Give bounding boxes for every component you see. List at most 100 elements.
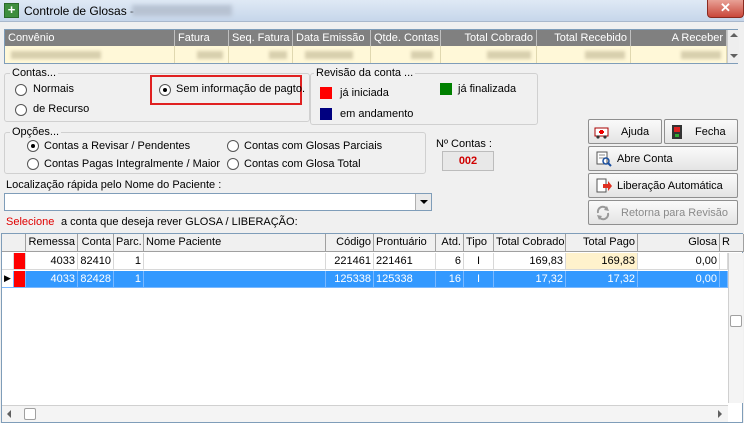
radio-sem-informacao[interactable] bbox=[159, 84, 171, 96]
radio-revisar-pendentes-label[interactable]: Contas a Revisar / Pendentes bbox=[44, 140, 190, 152]
cell-atd[interactable]: 6 bbox=[436, 253, 464, 270]
summary-cell-redacted bbox=[371, 46, 441, 63]
col-header-qtde-contas[interactable]: Qtde. Contas bbox=[371, 30, 441, 46]
col-header-remessa[interactable]: Remessa bbox=[26, 234, 78, 252]
scroll-down-icon[interactable] bbox=[730, 54, 738, 58]
cell-nome-paciente[interactable] bbox=[144, 253, 326, 270]
status-ja-iniciada-label: já iniciada bbox=[340, 87, 389, 99]
grid-horizontal-scrollbar[interactable] bbox=[2, 405, 728, 422]
col-header-convenio[interactable]: Convênio bbox=[5, 30, 175, 46]
col-header-total-cobrado[interactable]: Total Cobrado bbox=[494, 234, 566, 252]
opcoes-group-label: Opções... bbox=[10, 126, 62, 138]
title-bar: + Controle de Glosas - ✕ bbox=[0, 0, 744, 22]
fecha-button-label: Fecha bbox=[695, 126, 726, 138]
radio-glosa-total-label[interactable]: Contas com Glosa Total bbox=[244, 158, 361, 170]
cell-conta[interactable]: 82428 bbox=[78, 271, 114, 288]
radio-glosas-parciais-label[interactable]: Contas com Glosas Parciais bbox=[244, 140, 382, 152]
grid-vertical-scrollbar[interactable] bbox=[728, 253, 743, 403]
summary-cell-redacted bbox=[175, 46, 229, 63]
summary-cell-redacted bbox=[293, 46, 371, 63]
cell-total-cobrado[interactable]: 17,32 bbox=[494, 271, 566, 288]
ajuda-button-label: Ajuda bbox=[621, 126, 650, 138]
cell-parc[interactable]: 1 bbox=[114, 271, 144, 288]
col-header-codigo[interactable]: Código bbox=[326, 234, 374, 252]
title-redacted-region bbox=[132, 5, 232, 16]
radio-de-recurso[interactable] bbox=[15, 104, 27, 116]
summary-cell-redacted bbox=[229, 46, 293, 63]
col-header-atd[interactable]: Atd. bbox=[436, 234, 464, 252]
cell-conta[interactable]: 82410 bbox=[78, 253, 114, 270]
scroll-up-icon[interactable] bbox=[730, 33, 738, 37]
revisao-group-label: Revisão da conta ... bbox=[314, 67, 416, 79]
cell-remessa[interactable]: 4033 bbox=[26, 271, 78, 288]
radio-normais-label[interactable]: Normais bbox=[33, 83, 74, 95]
cell-remessa[interactable]: 4033 bbox=[26, 253, 78, 270]
col-header-data-emissao[interactable]: Data Emissão bbox=[293, 30, 371, 46]
ajuda-button[interactable]: Ajuda bbox=[588, 119, 662, 144]
cell-glosa[interactable]: 0,00 bbox=[638, 253, 720, 270]
ambulance-icon bbox=[594, 127, 609, 139]
col-header-prontuario[interactable]: Prontuário bbox=[374, 234, 436, 252]
release-arrow-icon bbox=[596, 178, 612, 193]
app-plus-icon: + bbox=[4, 3, 19, 18]
cell-glosa[interactable]: 0,00 bbox=[638, 271, 720, 288]
col-header-total-cobrado[interactable]: Total Cobrado bbox=[441, 30, 537, 46]
abre-conta-button-label: Abre Conta bbox=[617, 153, 673, 165]
instruction-highlight: Selecione bbox=[6, 216, 55, 228]
radio-revisar-pendentes[interactable] bbox=[27, 140, 39, 152]
dropdown-button[interactable] bbox=[415, 194, 431, 210]
radio-de-recurso-label[interactable]: de Recurso bbox=[33, 103, 89, 115]
cell-r[interactable] bbox=[720, 271, 728, 288]
invoice-summary-grid[interactable]: Convênio Fatura Seq. Fatura Data Emissão… bbox=[4, 29, 739, 64]
chevron-down-icon[interactable] bbox=[420, 200, 428, 204]
col-header-tipo[interactable]: Tipo bbox=[464, 234, 494, 252]
fecha-button[interactable]: Fecha bbox=[664, 119, 738, 144]
scroll-right-icon[interactable] bbox=[718, 410, 722, 418]
accounts-grid[interactable]: Remessa Conta Parc. Nome Paciente Código… bbox=[1, 233, 744, 423]
horizontal-scroll-thumb[interactable] bbox=[24, 408, 36, 420]
col-header-fatura[interactable]: Fatura bbox=[175, 30, 229, 46]
cell-codigo[interactable]: 221461 bbox=[326, 253, 374, 270]
radio-glosas-parciais[interactable] bbox=[227, 140, 239, 152]
cell-total-cobrado[interactable]: 169,83 bbox=[494, 253, 566, 270]
cell-prontuario[interactable]: 125338 bbox=[374, 271, 436, 288]
liberacao-automatica-button[interactable]: Liberação Automática bbox=[588, 173, 738, 198]
cell-tipo[interactable]: I bbox=[464, 271, 494, 288]
cell-parc[interactable]: 1 bbox=[114, 253, 144, 270]
close-button[interactable]: ✕ bbox=[707, 0, 744, 18]
cell-total-pago[interactable]: 17,32 bbox=[566, 271, 638, 288]
status-ja-finalizada-swatch bbox=[440, 83, 452, 95]
col-header-total-pago[interactable]: Total Pago bbox=[566, 234, 638, 252]
col-header-parc[interactable]: Parc. bbox=[114, 234, 144, 252]
radio-normais[interactable] bbox=[15, 84, 27, 96]
cell-tipo[interactable]: I bbox=[464, 253, 494, 270]
radio-sem-informacao-label[interactable]: Sem informação de pagto. bbox=[176, 83, 305, 95]
scroll-left-icon[interactable] bbox=[7, 410, 11, 418]
cell-r[interactable] bbox=[720, 253, 728, 270]
abre-conta-button[interactable]: Abre Conta bbox=[588, 146, 738, 171]
cell-total-pago[interactable]: 169,83 bbox=[566, 253, 638, 270]
col-header-glosa[interactable]: Glosa bbox=[638, 234, 720, 252]
radio-glosa-total[interactable] bbox=[227, 158, 239, 170]
status-ja-finalizada-label: já finalizada bbox=[458, 83, 517, 95]
retorna-revisao-button-label: Retorna para Revisão bbox=[621, 207, 729, 219]
exit-door-icon bbox=[672, 125, 682, 139]
vertical-scroll-thumb[interactable] bbox=[730, 315, 742, 327]
cell-atd[interactable]: 16 bbox=[436, 271, 464, 288]
col-header-total-recebido[interactable]: Total Recebido bbox=[537, 30, 631, 46]
retorna-revisao-button[interactable]: Retorna para Revisão bbox=[588, 200, 738, 225]
cell-prontuario[interactable]: 221461 bbox=[374, 253, 436, 270]
status-ja-iniciada-swatch bbox=[320, 87, 332, 99]
col-header-a-receber[interactable]: A Receber bbox=[631, 30, 727, 46]
cell-nome-paciente[interactable] bbox=[144, 271, 326, 288]
patient-search-combo[interactable] bbox=[4, 193, 432, 211]
search-label: Localização rápida pelo Nome do Paciente… bbox=[6, 179, 222, 191]
col-header-r[interactable]: R bbox=[720, 234, 744, 252]
col-header-conta[interactable]: Conta bbox=[78, 234, 114, 252]
radio-pagas-integralmente-label[interactable]: Contas Pagas Integralmente / Maior bbox=[44, 158, 220, 170]
cell-codigo[interactable]: 125338 bbox=[326, 271, 374, 288]
summary-scrollbar[interactable] bbox=[727, 30, 739, 63]
col-header-seq-fatura[interactable]: Seq. Fatura bbox=[229, 30, 293, 46]
col-header-nome-paciente[interactable]: Nome Paciente bbox=[144, 234, 326, 252]
radio-pagas-integralmente[interactable] bbox=[27, 158, 39, 170]
